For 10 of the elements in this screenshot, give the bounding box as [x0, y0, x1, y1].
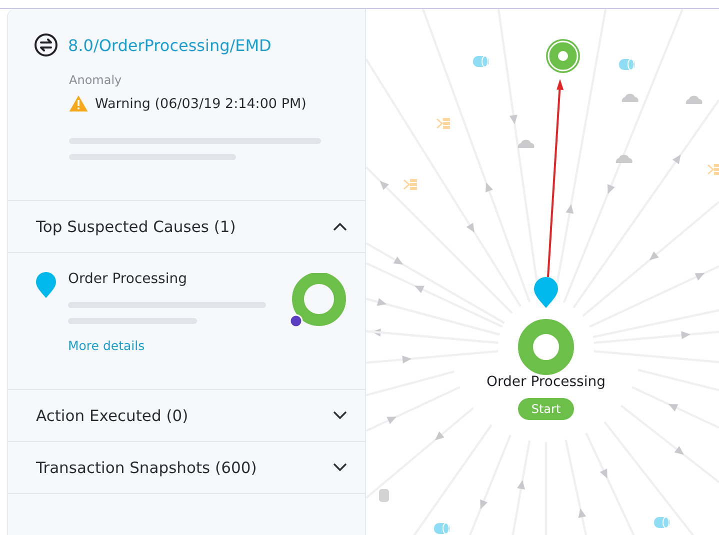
- warning-text: Warning (06/03/19 2:14:00 PM): [95, 96, 306, 112]
- section-title: Top Suspected Causes (1): [36, 218, 236, 236]
- anomaly-label: Anomaly: [69, 73, 122, 87]
- node-label: Order Processing: [486, 374, 606, 390]
- cause-name: Order Processing: [68, 271, 188, 287]
- section-title: Action Executed (0): [36, 406, 188, 424]
- start-badge[interactable]: Start: [518, 398, 574, 420]
- anomaly-title-link[interactable]: 8.0/OrderProcessing/EMD: [68, 36, 272, 54]
- section-title: Transaction Snapshots (600): [36, 458, 257, 476]
- more-details-link[interactable]: More details: [68, 338, 145, 353]
